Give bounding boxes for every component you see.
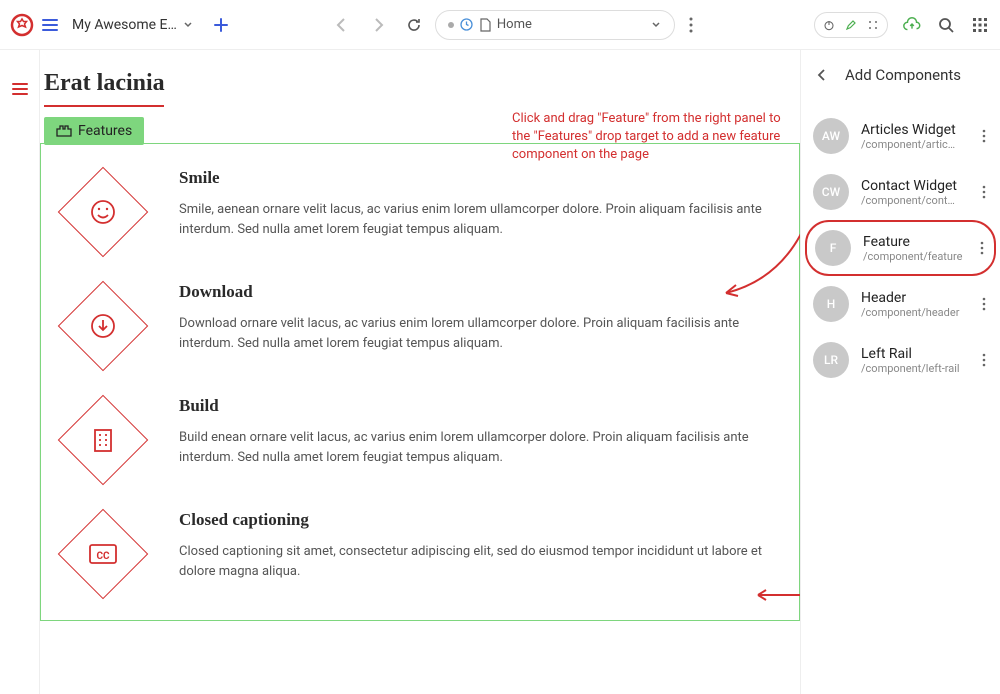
feature-item[interactable]: Download Download ornare velit lacus, ac … — [51, 268, 781, 382]
svg-text:CC: CC — [96, 551, 110, 562]
smile-icon — [58, 167, 149, 258]
component-item-left-rail[interactable]: LR Left Rail/component/left-rail — [801, 332, 1000, 388]
component-path: /component/cont… — [861, 194, 968, 207]
download-icon — [58, 281, 149, 372]
feature-title: Build — [179, 396, 781, 416]
edit-icon[interactable] — [841, 15, 861, 35]
annotation-arrow-top — [718, 225, 800, 315]
features-drop-target[interactable]: Smile Smile, aenean ornare velit lacus, a… — [40, 143, 800, 621]
site-name: My Awesome E… — [72, 17, 177, 33]
component-avatar: H — [813, 286, 849, 322]
component-meta: Contact Widget/component/cont… — [861, 178, 968, 207]
page-icon — [479, 18, 491, 32]
component-more-icon[interactable] — [978, 241, 986, 255]
component-meta: Feature/component/feature — [863, 234, 966, 263]
tab-label: Features — [78, 123, 132, 139]
feature-body: Build Build enean ornare velit lacus, ac … — [179, 396, 781, 472]
page-title: Erat lacinia — [44, 70, 800, 97]
annotation-arrow-bottom — [750, 585, 800, 605]
component-more-icon[interactable] — [980, 353, 988, 367]
feature-body: Smile Smile, aenean ornare velit lacus, a… — [179, 168, 781, 244]
feature-desc: Download ornare velit lacus, ac varius e… — [179, 314, 781, 353]
clock-icon — [460, 18, 473, 31]
feature-body: Closed captioning Closed captioning sit a… — [179, 510, 781, 586]
top-toolbar: My Awesome E… Home — [0, 0, 1000, 50]
component-path: /component/artic… — [861, 138, 968, 151]
nav-forward-icon[interactable] — [369, 16, 387, 34]
grid-dots-icon[interactable] — [863, 15, 883, 35]
app-logo[interactable] — [10, 13, 34, 37]
component-more-icon[interactable] — [980, 129, 988, 143]
toolbar-right-icons — [814, 12, 990, 38]
component-item-contact-widget[interactable]: CW Contact Widget/component/cont… — [801, 164, 1000, 220]
component-avatar: CW — [813, 174, 849, 210]
component-item-feature[interactable]: F Feature/component/feature — [805, 220, 996, 276]
component-path: /component/header — [861, 306, 968, 319]
component-name: Feature — [863, 234, 966, 250]
annotation-instruction: Click and drag "Feature" from the right … — [512, 110, 792, 165]
features-drop-label[interactable]: Features — [44, 117, 144, 145]
feature-desc: Build enean ornare velit lacus, ac variu… — [179, 428, 781, 467]
component-path: /component/feature — [863, 250, 966, 263]
site-selector[interactable]: My Awesome E… — [66, 13, 199, 37]
component-list: AW Articles Widget/component/artic… CW Cont… — [801, 100, 1000, 396]
component-meta: Header/component/header — [861, 290, 968, 319]
feature-title: Closed captioning — [179, 510, 781, 530]
mode-toggle — [814, 12, 888, 38]
panel-header: Add Components — [801, 50, 1000, 100]
search-icon[interactable] — [936, 15, 956, 35]
chevron-down-icon — [183, 20, 193, 30]
cloud-upload-icon[interactable] — [902, 15, 922, 35]
component-more-icon[interactable] — [980, 297, 988, 311]
url-more-icon[interactable] — [689, 17, 693, 33]
feature-title: Download — [179, 282, 781, 302]
component-meta: Articles Widget/component/artic… — [861, 122, 968, 151]
url-bar[interactable]: Home — [435, 10, 675, 40]
feature-item[interactable]: Build Build enean ornare velit lacus, ac … — [51, 382, 781, 496]
component-avatar: AW — [813, 118, 849, 154]
apps-grid-icon[interactable] — [970, 15, 990, 35]
nav-controls — [333, 16, 423, 34]
panel-title: Add Components — [845, 66, 961, 84]
left-rail — [0, 50, 40, 694]
component-more-icon[interactable] — [980, 185, 988, 199]
left-menu-icon[interactable] — [11, 80, 29, 694]
chevron-down-icon[interactable] — [650, 19, 662, 31]
title-underline — [44, 105, 164, 107]
cc-icon: CC — [58, 509, 149, 600]
component-meta: Left Rail/component/left-rail — [861, 346, 968, 375]
power-icon[interactable] — [819, 15, 839, 35]
building-icon — [58, 395, 149, 486]
component-name: Articles Widget — [861, 122, 968, 138]
add-site-button[interactable] — [205, 13, 237, 37]
component-avatar: LR — [813, 342, 849, 378]
feature-body: Download Download ornare velit lacus, ac … — [179, 282, 781, 358]
component-path: /component/left-rail — [861, 362, 968, 375]
menu-icon[interactable] — [40, 15, 60, 35]
feature-title: Smile — [179, 168, 781, 188]
nav-back-icon[interactable] — [333, 16, 351, 34]
component-item-articles-widget[interactable]: AW Articles Widget/component/artic… — [801, 108, 1000, 164]
feature-item[interactable]: Smile Smile, aenean ornare velit lacus, a… — [51, 154, 781, 268]
component-item-header[interactable]: H Header/component/header — [801, 276, 1000, 332]
component-name: Left Rail — [861, 346, 968, 362]
nav-reload-icon[interactable] — [405, 16, 423, 34]
feature-desc: Smile, aenean ornare velit lacus, ac var… — [179, 200, 781, 239]
panel-back-icon[interactable] — [815, 68, 829, 82]
page-content: Erat lacinia Features Smile Smile, aenean… — [40, 50, 800, 694]
component-name: Contact Widget — [861, 178, 968, 194]
feature-desc: Closed captioning sit amet, consectetur … — [179, 542, 781, 581]
component-avatar: F — [815, 230, 851, 266]
component-icon — [56, 124, 72, 138]
components-panel: Add Components AW Articles Widget/compone… — [800, 50, 1000, 694]
feature-item[interactable]: CC Closed captioning Closed captioning sit… — [51, 496, 781, 610]
status-dot — [448, 22, 454, 28]
component-name: Header — [861, 290, 968, 306]
url-label: Home — [497, 17, 532, 32]
